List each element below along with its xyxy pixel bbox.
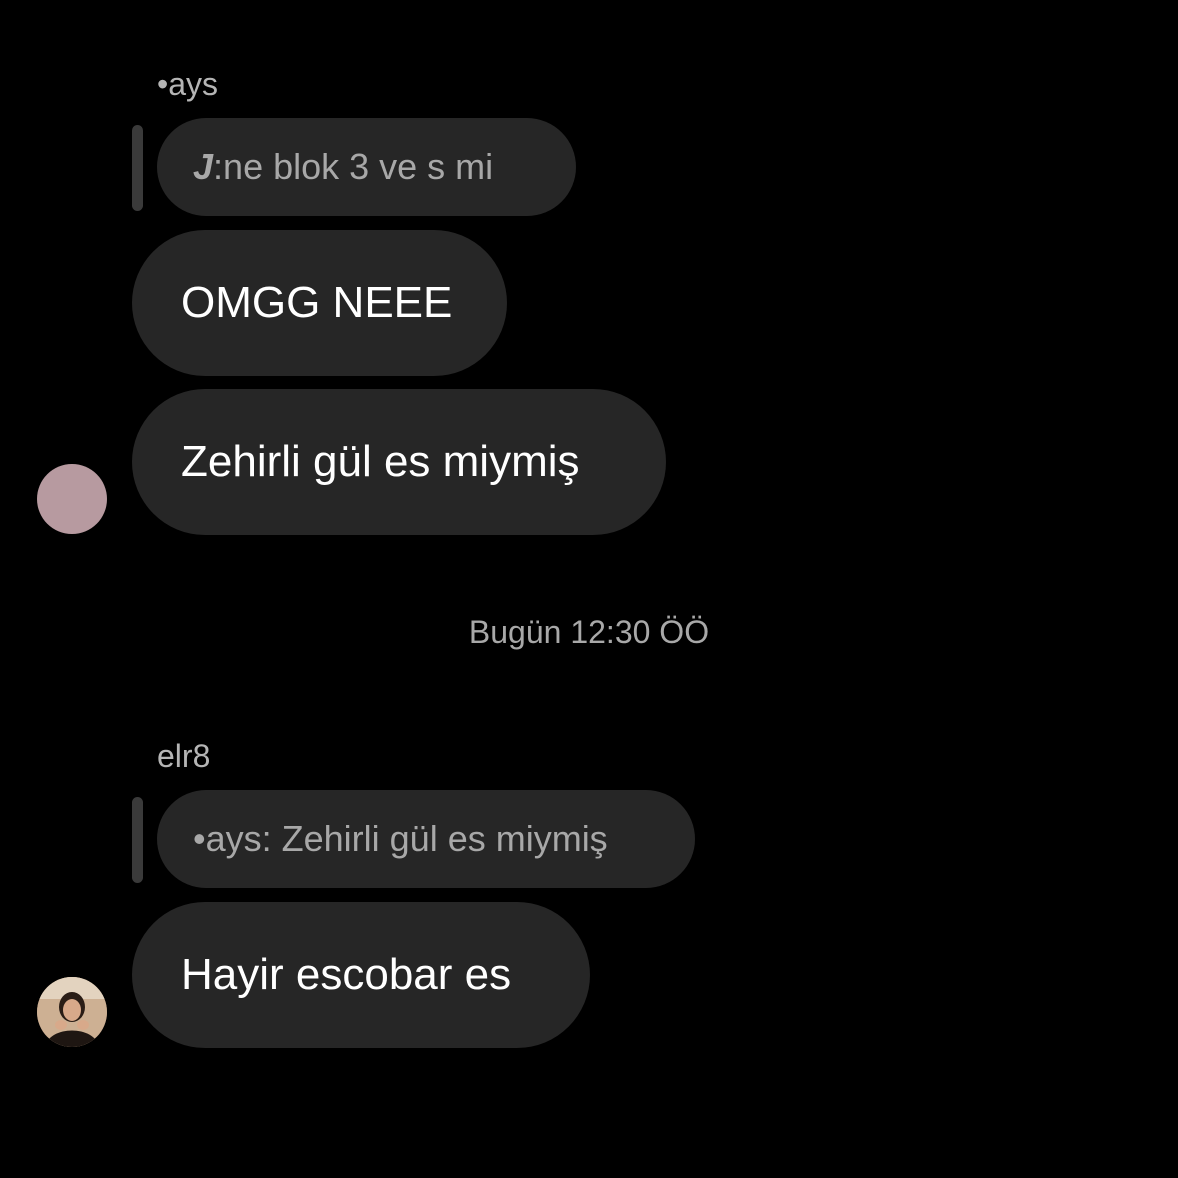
message-bubble[interactable]: Hayir escobar es bbox=[132, 902, 590, 1048]
message-bubble[interactable]: OMGG NEEE bbox=[132, 230, 507, 376]
profile-photo-icon bbox=[37, 977, 107, 1047]
avatar[interactable] bbox=[37, 977, 107, 1047]
reply-indicator-bar bbox=[132, 797, 143, 883]
sender-name[interactable]: elr8 bbox=[157, 736, 210, 776]
message-text: OMGG NEEE bbox=[181, 278, 453, 327]
timestamp: Bugün 12:30 ÖÖ bbox=[468, 614, 710, 650]
reply-indicator-bar bbox=[132, 125, 143, 211]
replied-message-preview[interactable]: J: ne blok 3 ve s mi bbox=[157, 118, 576, 216]
replied-message-preview[interactable]: •ays: Zehirli gül es miymiş bbox=[157, 790, 695, 888]
message-text: Hayir escobar es bbox=[181, 950, 512, 999]
sender-name[interactable]: •ays bbox=[157, 64, 218, 104]
message-bubble[interactable]: Zehirli gül es miymiş bbox=[132, 389, 666, 535]
reply-author: J bbox=[193, 146, 214, 187]
reply-text: ne blok 3 ve s mi bbox=[223, 146, 494, 187]
message-text: Zehirli gül es miymiş bbox=[181, 437, 580, 486]
avatar[interactable] bbox=[37, 464, 107, 534]
reply-separator: : bbox=[213, 146, 224, 187]
reply-text: •ays: Zehirli gül es miymiş bbox=[193, 818, 608, 859]
